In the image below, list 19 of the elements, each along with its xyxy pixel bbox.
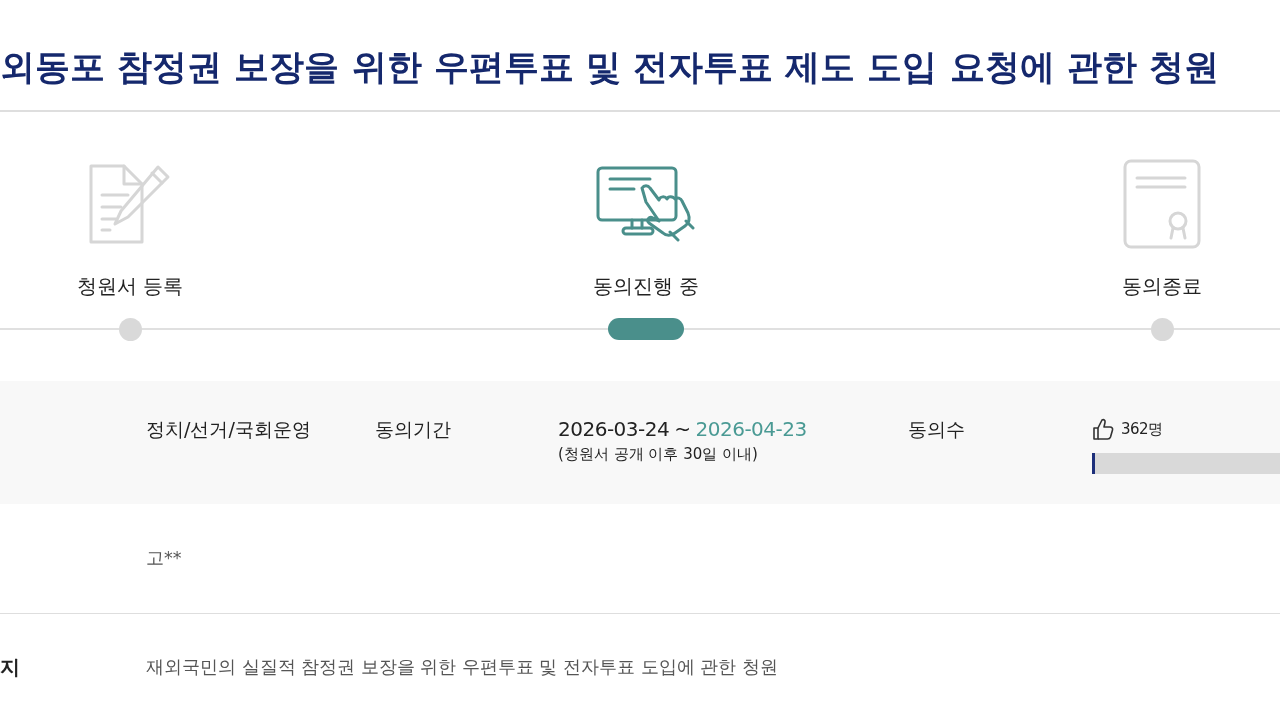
end-date: 2026-04-23 [695, 416, 807, 443]
summary-text: 재외국민의 실질적 참정권 보장을 위한 우편투표 및 전자투표 도입에 관한 청원 [146, 656, 778, 679]
certificate-icon [1123, 159, 1201, 249]
step-label: 동의진행 중 [592, 273, 700, 300]
document-pencil-icon [88, 163, 172, 245]
consent-count: 362명 [1121, 419, 1163, 439]
step-label: 동의종료 [1122, 273, 1202, 300]
monitor-hand-icon [596, 166, 696, 242]
field-label: 동의기간 [375, 417, 451, 442]
date-separator: ~ [674, 416, 691, 443]
category-text: 정치/선거/국회운영 [146, 417, 311, 442]
field-label: 지 [0, 654, 20, 680]
petition-title: 외동포 참정권 보장을 위한 우편투표 및 전자투표 제도 도입 요청에 관한 청원 [0, 46, 1220, 89]
thumbs-up-icon [1092, 417, 1114, 441]
step-label: 청원서 등록 [76, 273, 184, 300]
author-name: 고** [146, 547, 182, 570]
period-note: (청원서 공개 이후 30일 이내) [558, 444, 758, 465]
start-date: 2026-03-24 [558, 416, 670, 443]
field-label: 동의수 [908, 417, 965, 442]
